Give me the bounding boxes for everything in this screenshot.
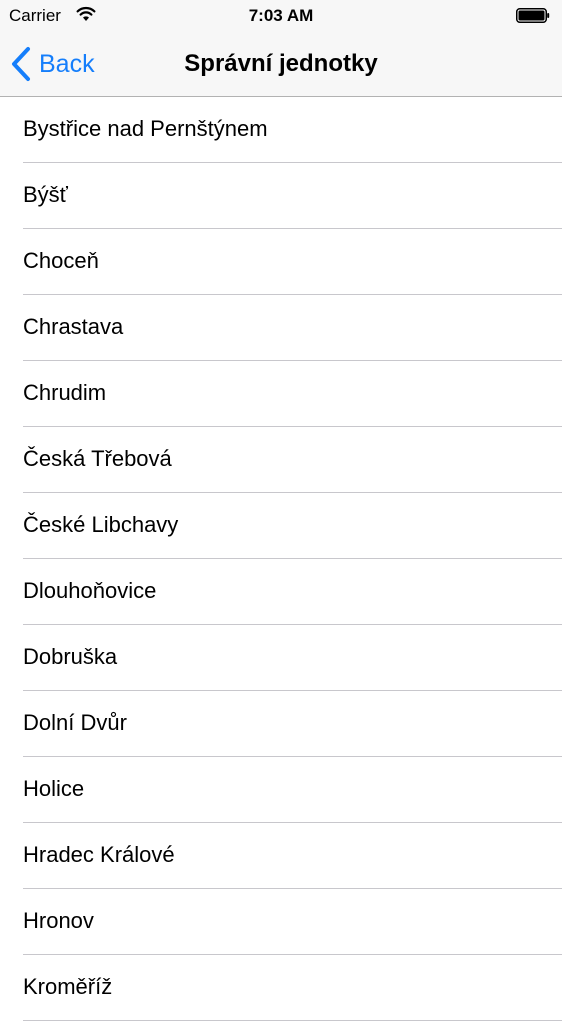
list-item[interactable]: Česká Třebová	[0, 427, 562, 493]
list-item-label: Chrudim	[23, 380, 107, 405]
status-bar: Carrier 7:03 AM	[0, 0, 562, 32]
list-item[interactable]: Chrastava	[0, 295, 562, 361]
page-title: Správní jednotky	[184, 50, 378, 77]
list-item[interactable]: Choceň	[0, 229, 562, 295]
list-item-label: Choceň	[23, 248, 99, 273]
list-item-label: Dlouhoňovice	[23, 578, 157, 603]
clock: 7:03 AM	[248, 6, 314, 25]
list-item[interactable]: Dobruška	[0, 625, 562, 691]
list-item[interactable]: Hradec Králové	[0, 823, 562, 889]
list-item[interactable]: Kroměříž	[0, 955, 562, 1021]
list-item-label: Bystřice nad Pernštýnem	[23, 116, 268, 141]
navigation-bar: Back Správní jednotky	[0, 32, 562, 97]
list-item[interactable]: Býšť	[0, 163, 562, 229]
list-item-label: Dolní Dvůr	[23, 710, 127, 735]
list-item-label: České Libchavy	[23, 512, 179, 537]
list-item-label: Chrastava	[23, 314, 124, 339]
list-item-label: Býšť	[23, 182, 68, 207]
list-item-label: Kroměříž	[23, 974, 113, 999]
list-item[interactable]: Holice	[0, 757, 562, 823]
battery-icon	[516, 8, 550, 23]
list-item-label: Česká Třebová	[23, 446, 172, 471]
list-item[interactable]: Hronov	[0, 889, 562, 955]
list-item-label: Dobruška	[23, 644, 118, 669]
list-item[interactable]: Bystřice nad Pernštýnem	[0, 97, 562, 163]
list-item[interactable]: České Libchavy	[0, 493, 562, 559]
list-item[interactable]: Dolní Dvůr	[0, 691, 562, 757]
admin-units-list: Bystřice nad Pernštýnem Býšť Choceň Chra…	[0, 97, 562, 1021]
list-item-label: Hradec Králové	[23, 842, 175, 867]
list-item[interactable]: Chrudim	[0, 361, 562, 427]
list-item-label: Hronov	[23, 908, 94, 933]
list-item-label: Holice	[23, 776, 85, 801]
list-item[interactable]: Dlouhoňovice	[0, 559, 562, 625]
